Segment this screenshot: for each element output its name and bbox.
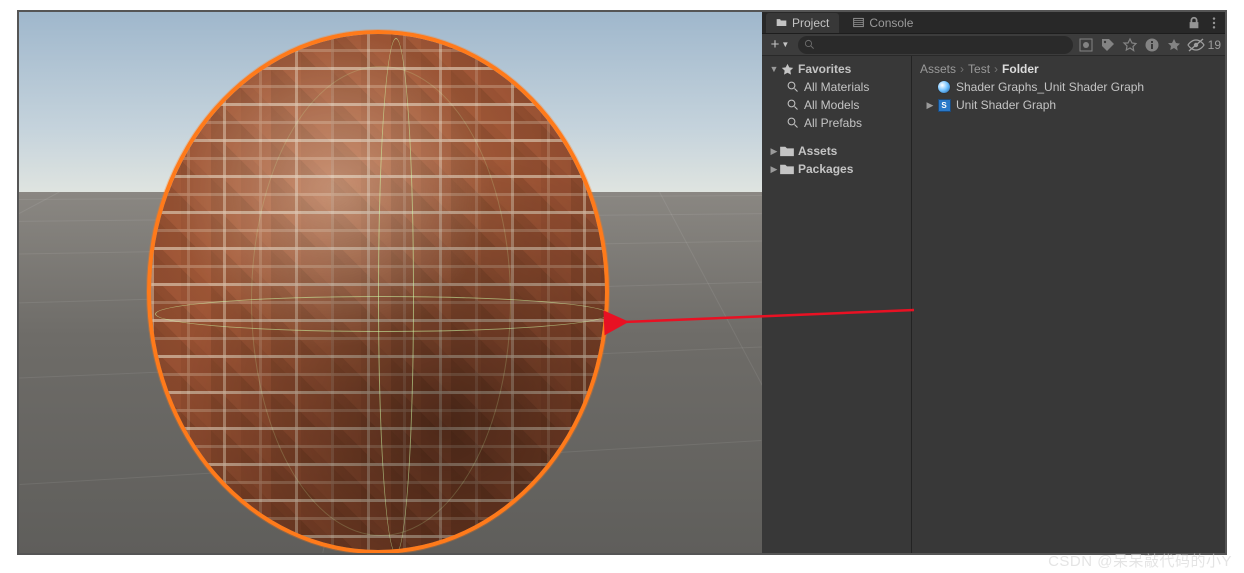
star-icon [781,63,794,76]
hidden-count-value: 19 [1208,38,1221,52]
panel-tabs: Project Console [762,12,1225,34]
expand-icon[interactable]: ▼ [768,64,780,74]
search-field[interactable] [798,36,1073,54]
scene-object-sphere[interactable] [147,30,609,553]
kebab-menu-icon[interactable] [1207,16,1221,30]
plus-icon: + [771,36,780,53]
folder-icon [780,145,794,157]
favorite-all-prefabs[interactable]: All Prefabs [762,114,911,132]
lock-icon[interactable] [1187,16,1201,30]
material-icon [937,80,951,94]
filter-by-label-icon[interactable] [1099,36,1117,54]
search-icon [804,39,815,50]
expand-icon[interactable]: ▶ [924,100,936,111]
project-toolbar: + ▼ 19 [762,34,1225,56]
tree-label: Favorites [798,62,851,76]
favorite-all-materials[interactable]: All Materials [762,78,911,96]
folder-icon [780,163,794,175]
favorite-all-models[interactable]: All Models [762,96,911,114]
breadcrumb[interactable]: Assets › Test › Folder [912,60,1225,78]
tree-root-packages[interactable]: ▶ Packages [762,160,911,178]
tree-label: Packages [798,162,853,176]
search-icon [787,81,799,93]
create-button[interactable]: + ▼ [766,36,794,54]
console-icon [853,17,864,28]
project-panel: Project Console + ▼ [762,12,1225,553]
chevron-right-icon: › [994,62,998,76]
tab-console[interactable]: Console [843,13,923,33]
tree-label: Assets [798,144,837,158]
tree-label: All Models [804,98,859,112]
tab-project[interactable]: Project [766,13,839,33]
search-icon [787,99,799,111]
watermark: CSDN @呆呆敲代码的小Y [1048,550,1232,571]
hidden-items[interactable]: 19 [1187,38,1221,52]
folder-tree[interactable]: ▼ Favorites All Materials All Models All… [762,56,912,553]
tree-root-assets[interactable]: ▶ Assets [762,142,911,160]
tree-label: All Prefabs [804,116,862,130]
asset-item-material[interactable]: Shader Graphs_Unit Shader Graph [912,78,1225,96]
favorite-star-icon[interactable] [1165,36,1183,54]
asset-name: Shader Graphs_Unit Shader Graph [956,80,1144,94]
breadcrumb-current[interactable]: Folder [1002,62,1039,76]
folder-content[interactable]: Assets › Test › Folder Shader Graphs_Uni… [912,56,1225,553]
shadergraph-icon: S [938,99,951,112]
breadcrumb-part[interactable]: Assets [920,62,956,76]
asset-name: Unit Shader Graph [956,98,1056,112]
info-icon[interactable] [1143,36,1161,54]
visibility-off-icon [1187,38,1205,52]
editor-frame: Project Console + ▼ [17,10,1227,555]
search-icon [787,117,799,129]
scene-view[interactable] [19,12,762,553]
folder-icon [776,17,787,28]
search-input[interactable] [815,39,1067,51]
tab-label: Project [792,16,829,30]
expand-icon[interactable]: ▶ [768,164,780,175]
chevron-right-icon: › [960,62,964,76]
asset-item-shadergraph[interactable]: ▶ S Unit Shader Graph [912,96,1225,114]
tree-label: All Materials [804,80,869,94]
save-search-icon[interactable] [1121,36,1139,54]
breadcrumb-part[interactable]: Test [968,62,990,76]
expand-icon[interactable]: ▶ [768,146,780,157]
favorites-header[interactable]: ▼ Favorites [762,60,911,78]
tab-label: Console [869,16,913,30]
filter-by-type-icon[interactable] [1077,36,1095,54]
chevron-down-icon: ▼ [781,40,789,49]
selection-outline [147,30,609,553]
